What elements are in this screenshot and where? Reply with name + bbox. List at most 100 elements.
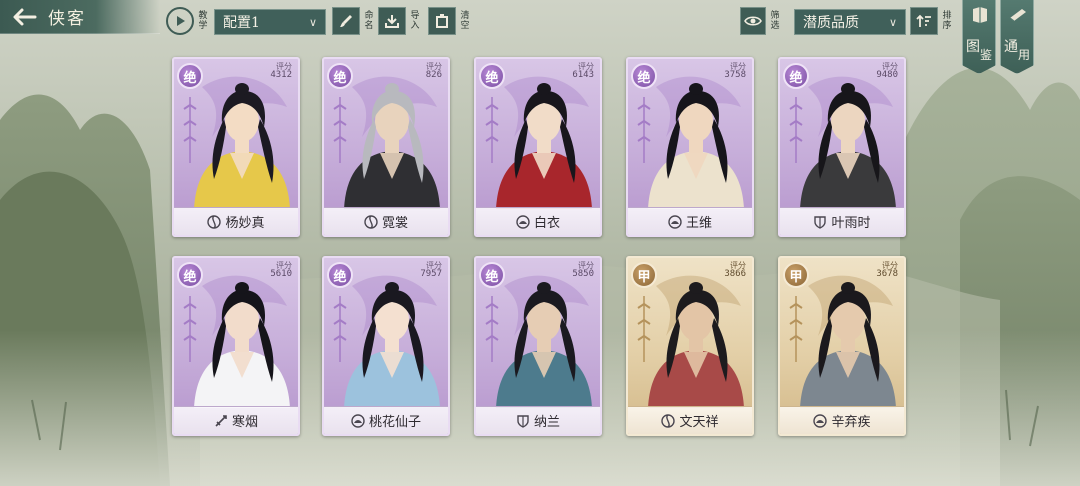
clear-button[interactable]: 清空 xyxy=(428,7,472,35)
hero-name: 纳兰 xyxy=(533,415,560,430)
hero-name: 文天祥 xyxy=(679,415,719,430)
quality-sort-select[interactable]: 潜质品质 ∨ xyxy=(794,9,906,35)
feather-decoration xyxy=(333,296,347,362)
hero-name: 辛弃疾 xyxy=(831,415,871,430)
tab-general[interactable]: 通 用 xyxy=(1000,0,1034,74)
name-bar: 文天祥 xyxy=(628,406,752,434)
rank-label: 绝 xyxy=(183,269,197,285)
filter-label: 筛选 xyxy=(770,11,780,31)
top-bar: 侠客 教学 配置1 ∨ 命名 导入 清空 筛选 潜质品质 ∨ 排序 xyxy=(0,0,1080,42)
rename-button[interactable]: 命名 xyxy=(332,7,376,35)
rank-label: 甲 xyxy=(789,269,803,285)
clear-label: 清空 xyxy=(460,11,470,31)
hero-name: 桃花仙子 xyxy=(368,415,421,430)
chevron-down-icon: ∨ xyxy=(888,15,897,29)
sect-lotus-icon xyxy=(813,413,828,428)
score-value: 6143 xyxy=(572,70,594,80)
feather-decoration xyxy=(333,97,347,163)
sort-icon xyxy=(910,7,938,35)
sect-shield-icon xyxy=(517,414,529,428)
rank-label: 绝 xyxy=(789,70,803,86)
name-bar: 纳兰 xyxy=(476,406,600,434)
import-label: 导入 xyxy=(410,11,420,31)
hero-portrait xyxy=(648,282,744,408)
rank-badge: 甲 xyxy=(631,262,657,288)
sect-circle-icon xyxy=(364,214,378,229)
tab-general-label-a: 通 xyxy=(1004,39,1018,55)
tutorial-label: 教学 xyxy=(198,11,208,31)
rank-badge: 绝 xyxy=(177,63,203,89)
back-button[interactable]: 侠客 xyxy=(0,0,160,34)
config-select[interactable]: 配置1 ∨ xyxy=(214,9,326,35)
hero-card[interactable]: 绝 评分 9480 叶雨时 xyxy=(778,57,906,237)
hero-card[interactable]: 绝 评分 7957 桃花仙子 xyxy=(322,256,450,436)
sect-shield-icon xyxy=(814,215,827,229)
rank-label: 甲 xyxy=(637,269,651,285)
back-arrow-icon xyxy=(0,0,48,34)
name-bar: 寒烟 xyxy=(174,406,298,434)
score-value: 826 xyxy=(425,70,442,80)
rank-badge: 绝 xyxy=(327,262,353,288)
hero-card[interactable]: 绝 评分 5850 纳兰 xyxy=(474,256,602,436)
name-bar: 叶雨时 xyxy=(780,207,904,235)
rank-badge: 绝 xyxy=(479,262,505,288)
hero-card[interactable]: 绝 评分 3758 王维 xyxy=(626,57,754,237)
brush-icon xyxy=(332,7,360,35)
import-button[interactable]: 导入 xyxy=(378,7,422,35)
name-bar: 白衣 xyxy=(476,207,600,235)
score-value: 4312 xyxy=(270,70,292,80)
rank-badge: 甲 xyxy=(783,262,809,288)
eye-icon xyxy=(740,7,766,35)
hero-portrait xyxy=(344,83,440,209)
rank-badge: 绝 xyxy=(479,63,505,89)
hero-name: 杨妙真 xyxy=(225,216,265,231)
hero-portrait xyxy=(648,83,744,209)
feather-decoration xyxy=(637,296,651,362)
score-value: 3758 xyxy=(724,70,746,80)
scroll-icon xyxy=(1009,9,1026,22)
hero-name: 寒烟 xyxy=(231,415,258,430)
hero-card[interactable]: 绝 评分 6143 白衣 xyxy=(474,57,602,237)
rank-badge: 绝 xyxy=(327,63,353,89)
sect-sword-icon xyxy=(215,414,227,427)
score-value: 3678 xyxy=(876,269,898,279)
hero-portrait xyxy=(800,282,896,408)
tab-general-label-b: 用 xyxy=(1018,48,1031,62)
feather-decoration xyxy=(183,296,197,362)
rename-label: 命名 xyxy=(364,11,374,31)
hero-card[interactable]: 甲 评分 3866 文天祥 xyxy=(626,256,754,436)
score-value: 5610 xyxy=(270,269,292,279)
hero-card[interactable]: 甲 评分 3678 辛弃疾 xyxy=(778,256,906,436)
name-bar: 霓裳 xyxy=(324,207,448,235)
feather-decoration xyxy=(789,296,803,362)
hero-card[interactable]: 绝 评分 4312 杨妙真 xyxy=(172,57,300,237)
sect-circle-icon xyxy=(661,413,676,428)
book-icon xyxy=(973,7,987,23)
trash-icon xyxy=(428,7,456,35)
filter-button[interactable]: 筛选 xyxy=(740,7,782,35)
hero-card[interactable]: 绝 评分 5610 寒烟 xyxy=(172,256,300,436)
score-value: 7957 xyxy=(420,269,442,279)
sort-label: 排序 xyxy=(942,11,952,31)
rank-label: 绝 xyxy=(333,269,347,285)
hero-portrait xyxy=(194,282,290,408)
sort-button[interactable]: 排序 xyxy=(910,7,954,35)
rank-label: 绝 xyxy=(637,70,651,86)
hero-name: 王维 xyxy=(685,216,712,231)
rank-badge: 绝 xyxy=(177,262,203,288)
import-icon xyxy=(378,7,406,35)
hero-portrait xyxy=(194,83,290,209)
sect-lotus-icon xyxy=(351,413,365,428)
hero-card[interactable]: 绝 评分 826 霓裳 xyxy=(322,57,450,237)
feather-decoration xyxy=(485,97,499,163)
sort-select-value: 潜质品质 xyxy=(803,15,859,31)
rank-label: 绝 xyxy=(485,70,499,86)
play-icon xyxy=(166,7,194,35)
tab-codex-label-b: 鉴 xyxy=(980,48,993,62)
feather-decoration xyxy=(637,97,651,163)
tab-codex[interactable]: 图 鉴 xyxy=(962,0,996,74)
hero-name: 白衣 xyxy=(533,216,560,231)
hero-portrait xyxy=(496,282,592,408)
name-bar: 辛弃疾 xyxy=(780,406,904,434)
tutorial-button[interactable]: 教学 xyxy=(166,7,210,35)
